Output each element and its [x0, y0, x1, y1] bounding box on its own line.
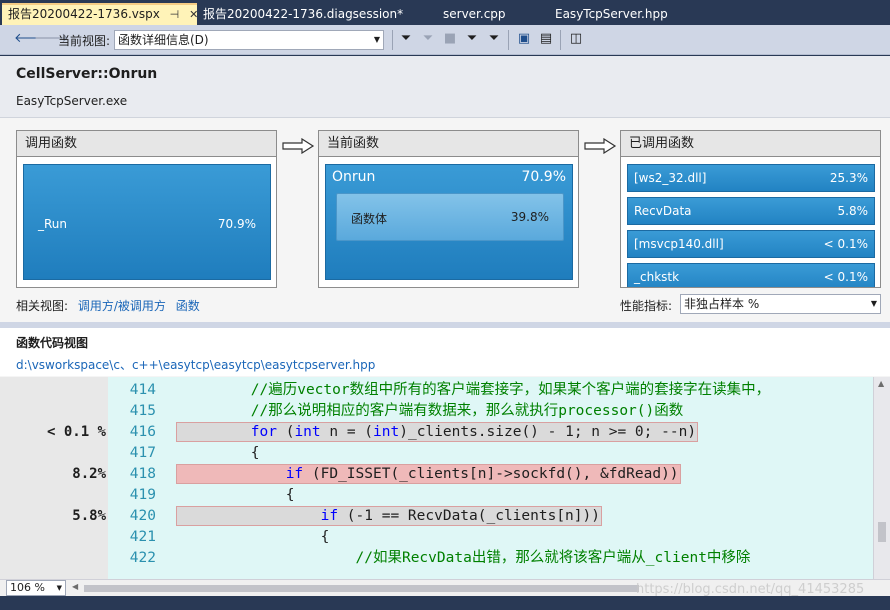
callers-panel: 调用函数 _Run 70.9%: [16, 130, 277, 288]
callee-value: < 0.1%: [823, 270, 868, 284]
related-views-label: 相关视图:: [16, 299, 69, 313]
code-text[interactable]: //遍历vector数组中所有的客户端套接字，如果某个客户端的套接字在读集中， …: [172, 377, 873, 579]
layout-icon[interactable]: ◫: [568, 31, 584, 47]
callee-name: RecvData: [634, 204, 692, 218]
callees-panel: 已调用函数 [ws2_32.dll] 25.3% RecvData 5.8% […: [620, 130, 881, 288]
callee-value: 25.3%: [829, 171, 868, 185]
document-tab-strip: 报告20200422-1736.vspx ⊣ ✕ 报告20200422-1736…: [0, 0, 890, 25]
watermark-text: https://blog.csdn.net/qq_41453285: [636, 582, 865, 597]
tab-server-cpp[interactable]: server.cpp: [437, 3, 547, 25]
metric-label: 性能指标:: [620, 299, 673, 313]
line-metric: < 0.1 %: [46, 424, 106, 440]
toolbar: 🡐 🡒 当前视图: 函数详细信息(D) ▼ ⏷ ⏷ ■ ⏷ ⏷ ▣ ▤ ◫: [0, 25, 890, 55]
caller-name: _Run: [38, 217, 68, 231]
forward-arrow-icon[interactable]: 🡒: [34, 31, 69, 47]
callee-item[interactable]: [msvcp140.dll] < 0.1%: [627, 230, 875, 258]
tab-server-cpp-label: server.cpp: [443, 7, 506, 21]
back-arrow-icon[interactable]: 🡐: [14, 31, 49, 47]
status-strip: [0, 596, 890, 610]
filter-add-icon[interactable]: ⏷: [464, 31, 480, 47]
callee-name: _chkstk: [634, 270, 680, 284]
code-line[interactable]: {: [146, 443, 847, 464]
callee-name: [ws2_32.dll]: [634, 171, 707, 185]
callee-value: < 0.1%: [823, 237, 868, 251]
callee-item[interactable]: _chkstk < 0.1%: [627, 263, 875, 287]
caller-value: 70.9%: [217, 217, 256, 231]
zoom-value: 106 %: [10, 581, 45, 594]
current-function-name: Onrun: [332, 169, 376, 185]
metric-margin: < 0.1 % 8.2% 5.8%: [0, 377, 108, 579]
code-line[interactable]: //那么说明相应的客户端有数据来，那么就执行processor()函数: [146, 401, 847, 422]
flow-arrow-icon: [282, 138, 315, 154]
tab-vspx[interactable]: 报告20200422-1736.vspx ⊣ ✕: [2, 3, 198, 25]
zoom-select[interactable]: 106 % ▼: [6, 580, 66, 596]
code-line[interactable]: for (int n = (int)_clients.size() - 1; n…: [146, 422, 847, 443]
code-line[interactable]: if (FD_ISSET(_clients[n]->sockfd(), &fdR…: [146, 464, 847, 485]
callee-value: 5.8%: [837, 204, 869, 218]
vertical-scrollbar[interactable]: ▲: [873, 377, 890, 579]
stop-icon[interactable]: ■: [442, 31, 458, 47]
metric-select[interactable]: 非独占样本 % ▼: [680, 294, 881, 314]
toolbar-separator: [560, 30, 561, 50]
export-icon[interactable]: ▤: [538, 31, 554, 47]
tab-diagsession-label: 报告20200422-1736.diagsession*: [203, 7, 404, 21]
metric-value: 非独占样本 %: [684, 297, 760, 311]
current-function-panel: 当前函数 Onrun 70.9% 函数体 39.8%: [318, 130, 579, 288]
module-name: EasyTcpServer.exe: [16, 94, 128, 108]
tab-easytcpserver-hpp[interactable]: EasyTcpServer.hpp: [549, 3, 709, 25]
scroll-up-icon[interactable]: ▲: [878, 379, 884, 388]
tab-diagsession[interactable]: 报告20200422-1736.diagsession*: [197, 3, 432, 25]
function-body-name: 函数体: [351, 212, 388, 226]
current-function-item[interactable]: Onrun 70.9% 函数体 39.8%: [325, 164, 573, 280]
scrollbar-thumb[interactable]: [878, 522, 886, 542]
chevron-down-icon: ▼: [870, 299, 877, 308]
line-metric: 8.2%: [72, 466, 106, 482]
tab-easytcpserver-hpp-label: EasyTcpServer.hpp: [555, 7, 668, 21]
filter-disabled-icon[interactable]: ⏷: [420, 31, 436, 47]
toolbar-separator: [508, 30, 509, 50]
callees-panel-title: 已调用函数: [621, 131, 880, 157]
filter-icon[interactable]: ⏷: [398, 31, 414, 47]
function-body-item[interactable]: 函数体 39.8%: [336, 193, 564, 241]
code-view-header: 函数代码视图 d:\vsworkspace\c、c++\easytcp\easy…: [0, 328, 890, 376]
tab-vspx-label: 报告20200422-1736.vspx: [8, 7, 160, 21]
code-line[interactable]: //遍历vector数组中所有的客户端套接字，如果某个客户端的套接字在读集中，: [146, 380, 847, 401]
pin-icon[interactable]: ⊣: [170, 6, 180, 24]
code-line[interactable]: {: [146, 527, 847, 548]
current-view-value: 函数详细信息(D): [118, 33, 209, 47]
function-name: CellServer::Onrun: [16, 66, 158, 82]
save-icon[interactable]: ▣: [516, 31, 532, 47]
horizontal-scrollbar-thumb[interactable]: [84, 585, 639, 592]
related-views: 相关视图: 调用方/被调用方 函数: [16, 297, 200, 314]
caller-callee-link[interactable]: 调用方/被调用方: [78, 299, 166, 313]
function-body-value: 39.8%: [510, 210, 549, 224]
source-file-link[interactable]: d:\vsworkspace\c、c++\easytcp\easytcp\eas…: [16, 356, 375, 373]
caller-item[interactable]: _Run 70.9%: [23, 164, 271, 280]
current-view-label: 当前视图:: [58, 34, 111, 48]
function-details-view: CellServer::Onrun EasyTcpServer.exe 调用函数…: [0, 56, 890, 596]
code-editor[interactable]: < 0.1 % 8.2% 5.8% 414 415 416 417 418 419 420 421…: [0, 377, 890, 579]
flow-arrow-icon: [584, 138, 617, 154]
callee-item[interactable]: RecvData 5.8%: [627, 197, 875, 225]
callee-name: [msvcp140.dll]: [634, 237, 724, 251]
scroll-left-icon[interactable]: ◀: [72, 582, 78, 591]
function-header: CellServer::Onrun EasyTcpServer.exe: [0, 56, 890, 118]
current-function-value: 70.9%: [521, 169, 566, 185]
code-line[interactable]: //如果RecvData出错，那么就将该客户端从_client中移除: [146, 548, 847, 569]
chevron-down-icon: ▼: [56, 584, 62, 592]
code-line[interactable]: if (-1 == RecvData(_clients[n])): [146, 506, 847, 527]
current-view-select[interactable]: 函数详细信息(D) ▼: [114, 30, 384, 50]
code-line[interactable]: {: [146, 485, 847, 506]
callers-panel-title: 调用函数: [17, 131, 276, 157]
functions-link[interactable]: 函数: [176, 299, 200, 313]
current-function-panel-title: 当前函数: [319, 131, 578, 157]
toolbar-separator: [392, 30, 393, 50]
code-view-title: 函数代码视图: [16, 336, 89, 350]
line-metric: 5.8%: [72, 508, 106, 524]
callee-item[interactable]: [ws2_32.dll] 25.3%: [627, 164, 875, 192]
chevron-down-icon: ▼: [373, 35, 380, 44]
filter-settings-icon[interactable]: ⏷: [486, 31, 502, 47]
